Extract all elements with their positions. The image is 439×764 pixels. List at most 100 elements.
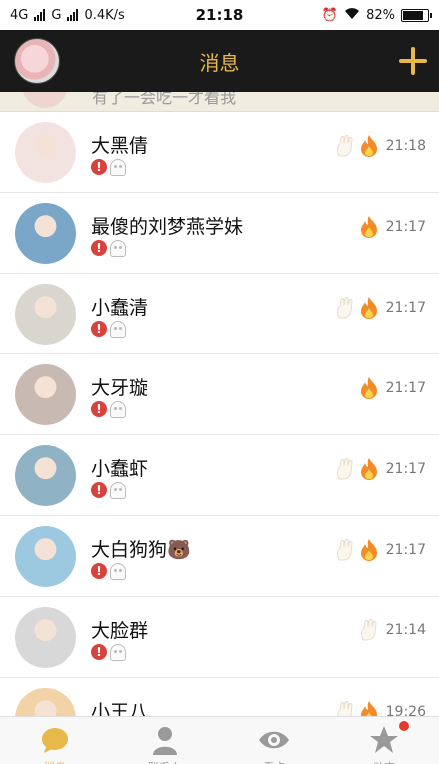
message-time: 21:17 — [385, 380, 426, 397]
conversation-row[interactable]: 大牙璇! 21:17 — [0, 354, 439, 436]
fire-icon — [359, 376, 379, 400]
warning-icon: ! — [91, 239, 107, 256]
conversation-row[interactable]: 小蠢虾! 21:17 — [0, 435, 439, 516]
tab-bar: 消息联系人看点动态 — [0, 716, 439, 764]
row-meta: 21:17 — [359, 376, 426, 400]
conversation-row[interactable]: 小王八!19:26 — [0, 677, 439, 716]
conversation-row[interactable]: 大黑倩! 21:18 — [0, 112, 439, 193]
signal-icon — [34, 9, 46, 21]
contact-name: 大黑倩 — [91, 135, 149, 157]
fire-icon — [359, 700, 379, 716]
status-badges: ! — [91, 320, 126, 338]
network-speed: 0.4K/s — [84, 7, 125, 23]
row-meta: 21:17 — [335, 296, 426, 320]
status-badges: ! — [91, 482, 126, 500]
chat-bubble-icon — [40, 725, 70, 759]
avatar[interactable] — [15, 283, 76, 345]
contacts-icon — [150, 725, 180, 759]
battery-percent: 82% — [366, 7, 395, 23]
warning-icon: ! — [91, 643, 107, 660]
message-time: 21:17 — [385, 299, 426, 316]
fire-icon — [359, 134, 379, 158]
ghost-icon — [110, 239, 126, 257]
ghost-icon — [110, 562, 126, 580]
status-left: 4G G 0.4K/s — [10, 8, 125, 23]
warning-icon: ! — [91, 482, 107, 499]
peek-message: 有了一会吃一才看我 — [92, 92, 237, 107]
contact-name: 大牙璇 — [91, 377, 149, 400]
avatar[interactable] — [15, 606, 76, 668]
row-meta: 21:17 — [335, 538, 426, 562]
avatar[interactable] — [15, 445, 76, 507]
hand-icon — [335, 296, 355, 319]
page-title: 消息 — [199, 50, 240, 75]
tab-3[interactable]: 动态 — [329, 717, 439, 764]
row-meta: 21:14 — [359, 618, 426, 641]
status-badges: ! — [91, 401, 126, 419]
hand-icon — [335, 700, 355, 716]
status-badges: ! — [91, 562, 126, 580]
status-badges: ! — [91, 239, 126, 257]
status-badges: ! — [91, 159, 126, 176]
message-time: 21:18 — [385, 138, 426, 154]
avatar[interactable] — [15, 364, 76, 426]
tab-0[interactable]: 消息 — [0, 717, 110, 764]
peek-row[interactable]: 有了一会吃一才看我 — [0, 92, 439, 112]
wifi-icon — [344, 7, 360, 24]
message-time: 21:17 — [385, 541, 426, 558]
avatar[interactable] — [15, 687, 76, 716]
avatar[interactable] — [15, 525, 76, 587]
ghost-icon — [110, 401, 126, 419]
fire-icon — [359, 457, 379, 481]
status-badges: ! — [91, 643, 126, 661]
battery-icon — [401, 8, 432, 22]
message-time: 21:17 — [385, 218, 426, 235]
contact-name: 小蠢虾 — [91, 458, 149, 481]
message-time: 21:14 — [385, 621, 426, 638]
warning-icon: ! — [91, 401, 107, 418]
warning-icon: ! — [91, 159, 107, 175]
notification-dot — [399, 721, 410, 731]
alarm-icon: ⏰ — [321, 7, 339, 23]
warning-icon: ! — [91, 320, 107, 337]
tab-1[interactable]: 联系人 — [110, 717, 220, 764]
conversation-row[interactable]: 大脸群! 21:14 — [0, 596, 439, 678]
conversation-row[interactable]: 大白狗狗🐻! 21:17 — [0, 515, 439, 597]
hand-icon — [359, 618, 379, 641]
fire-icon — [359, 296, 379, 320]
contact-name: 大脸群 — [91, 619, 149, 642]
avatar[interactable] — [15, 202, 76, 264]
fire-icon — [359, 538, 379, 562]
plus-icon[interactable] — [399, 47, 427, 75]
network-label-2: G — [51, 7, 62, 23]
ghost-icon — [110, 482, 126, 500]
fire-icon — [359, 215, 379, 239]
star-icon — [369, 725, 399, 759]
hand-icon — [335, 458, 355, 480]
row-meta: 21:17 — [335, 457, 426, 481]
conversation-row[interactable]: 最傻的刘梦燕学妹! 21:17 — [0, 192, 439, 274]
my-avatar[interactable] — [14, 38, 60, 84]
network-label-1: 4G — [10, 7, 29, 23]
contact-name: 小王八 — [91, 700, 149, 716]
hand-icon — [335, 538, 355, 561]
ghost-icon — [110, 159, 126, 176]
ghost-icon — [110, 643, 126, 661]
contact-name: 最傻的刘梦燕学妹 — [91, 215, 244, 238]
conversation-row[interactable]: 小蠢清! 21:17 — [0, 273, 439, 355]
message-time: 21:17 — [385, 461, 426, 478]
eye-icon — [257, 725, 291, 759]
avatar[interactable] — [15, 122, 76, 183]
contact-name: 大白狗狗🐻 — [91, 538, 191, 561]
row-meta: 21:18 — [335, 134, 426, 158]
status-bar: 4G G 0.4K/s 21:18 ⏰ 82% — [0, 0, 439, 30]
contact-name: 小蠢清 — [91, 296, 149, 319]
tab-2[interactable]: 看点 — [220, 717, 330, 764]
hand-icon — [335, 135, 355, 157]
avatar — [22, 92, 68, 108]
signal-icon-2 — [67, 9, 79, 21]
row-meta: 21:17 — [359, 215, 426, 239]
conversation-list: 大黑倩! 21:18 最傻的刘梦燕学妹! 21:17 小蠢清! 21:17 大牙璇! 21:1… — [0, 112, 439, 716]
warning-icon: ! — [91, 562, 107, 579]
app-header: 消息 — [0, 30, 439, 92]
